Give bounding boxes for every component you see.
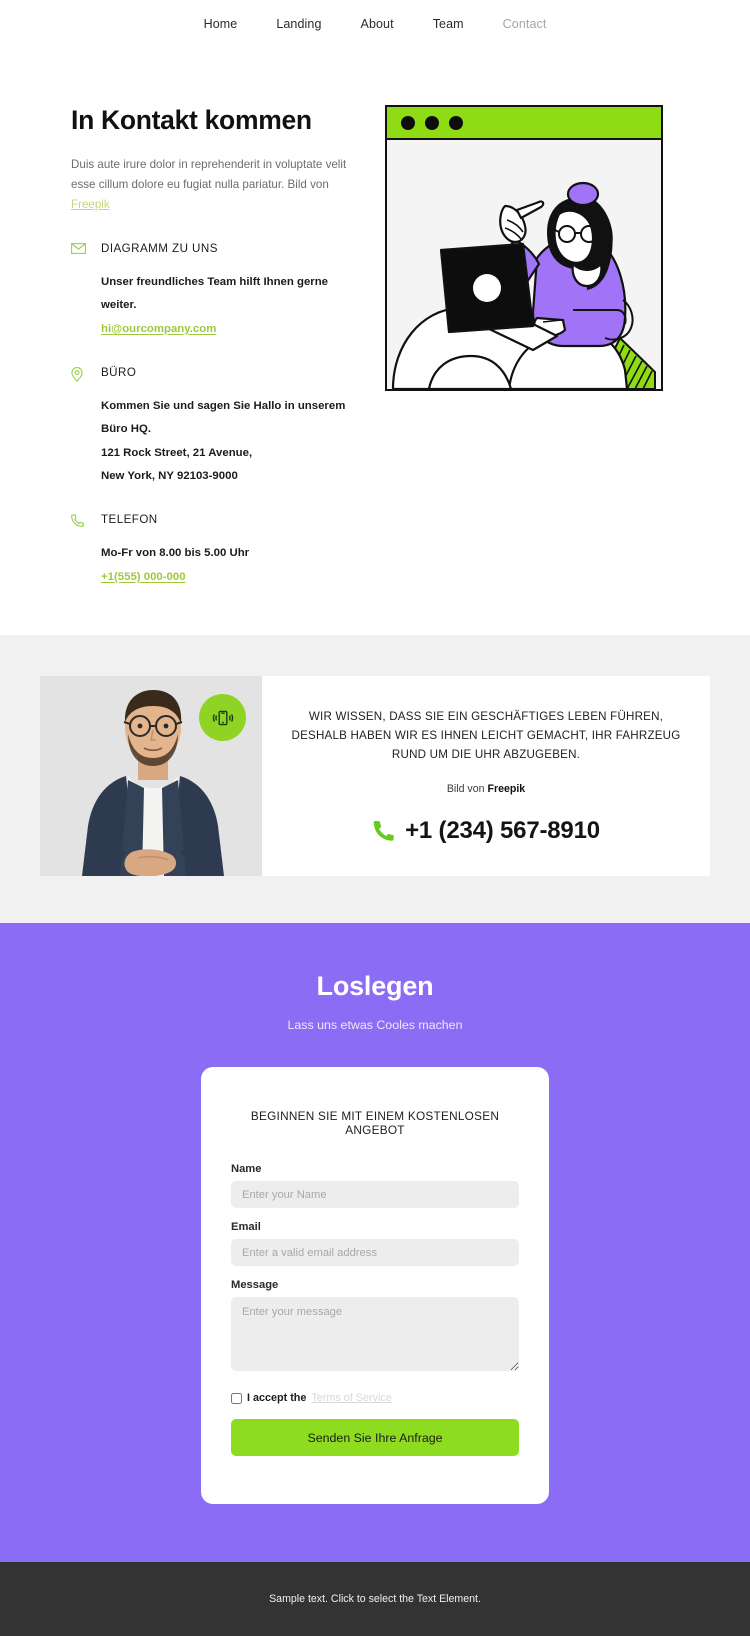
contact-body-office: BÜRO Kommen Sie und sagen Sie Hallo in u… xyxy=(101,366,355,489)
hero-lede: Duis aute irure dolor in reprehenderit i… xyxy=(71,155,351,215)
cta-phone-number-row[interactable]: +1 (234) 567-8910 xyxy=(288,817,684,845)
cta-credit-name: Freepik xyxy=(487,782,526,795)
form-section-subheading: Lass uns etwas Cooles machen xyxy=(287,1018,463,1033)
envelope-icon xyxy=(71,242,101,341)
nav-item-contact[interactable]: Contact xyxy=(503,17,547,31)
terms-row: I accept the Terms of Service xyxy=(231,1392,519,1404)
form-section-heading: Loslegen xyxy=(316,971,434,1002)
hero-left-column: In Kontakt kommen Duis aute irure dolor … xyxy=(0,105,355,589)
hero-right-column xyxy=(355,105,750,589)
cta-headline: WIR WISSEN, DASS SIE EIN GESCHÄFTIGES LE… xyxy=(291,710,681,761)
nav-item-about[interactable]: About xyxy=(361,17,394,31)
nav-item-team[interactable]: Team xyxy=(433,17,464,31)
contact-block-office: BÜRO Kommen Sie und sagen Sie Hallo in u… xyxy=(71,366,355,489)
email-input[interactable] xyxy=(231,1239,519,1267)
freepik-link[interactable]: Freepik xyxy=(71,198,110,211)
contact-text-email-line1: Unser freundliches Team hilft Ihnen gern… xyxy=(101,275,329,288)
contact-label-office: BÜRO xyxy=(101,365,137,379)
cta-credit: Bild von Freepik xyxy=(288,783,684,795)
message-label: Message xyxy=(231,1279,279,1292)
contact-label-phone: TELEFON xyxy=(101,513,158,527)
contact-text-office-line4: New York, NY 92103-9000 xyxy=(101,470,238,483)
contact-text-email-line2: weiter. xyxy=(101,299,137,312)
phone-handset-icon xyxy=(373,820,395,841)
location-pin-icon xyxy=(71,366,101,489)
message-textarea[interactable] xyxy=(231,1297,519,1372)
nav-item-landing[interactable]: Landing xyxy=(276,17,321,31)
cta-phone-number: +1 (234) 567-8910 xyxy=(405,816,600,844)
hero-lede-text: Duis aute irure dolor in reprehenderit i… xyxy=(71,158,347,191)
cta-card: WIR WISSEN, DASS SIE EIN GESCHÄFTIGES LE… xyxy=(40,676,710,877)
phone-icon xyxy=(71,513,101,589)
contact-block-phone: TELEFON Mo-Fr von 8.00 bis 5.00 Uhr +1(5… xyxy=(71,513,355,589)
nav-item-home[interactable]: Home xyxy=(204,17,238,31)
name-input[interactable] xyxy=(231,1181,519,1209)
page-root: Home Landing About Team Contact In Konta… xyxy=(0,0,750,1636)
page-title: In Kontakt kommen xyxy=(71,105,312,135)
browser-dot-2 xyxy=(425,115,439,130)
browser-dot-1 xyxy=(401,115,415,130)
contact-text-office-line2: Büro HQ. xyxy=(101,423,151,436)
submit-button[interactable]: Senden Sie Ihre Anfrage xyxy=(231,1419,519,1457)
browser-mockup-illustration xyxy=(385,105,663,391)
terms-accept-text: I accept the xyxy=(247,1392,307,1405)
hero-section: In Kontakt kommen Duis aute irure dolor … xyxy=(0,47,750,636)
contact-body-phone: TELEFON Mo-Fr von 8.00 bis 5.00 Uhr +1(5… xyxy=(101,513,355,589)
terms-checkbox[interactable] xyxy=(231,1392,242,1404)
browser-title-bar xyxy=(387,107,661,140)
contact-form-card: BEGINNEN SIE MIT EINEM KOSTENLOSEN ANGEB… xyxy=(201,1067,549,1505)
contact-body-email: DIAGRAMM ZU UNS Unser freundliches Team … xyxy=(101,242,355,341)
email-label: Email xyxy=(231,1221,261,1234)
contact-text-office-line3: 121 Rock Street, 21 Avenue, xyxy=(101,446,253,459)
cta-band: WIR WISSEN, DASS SIE EIN GESCHÄFTIGES LE… xyxy=(0,635,750,924)
contact-form-section: Loslegen Lass uns etwas Cooles machen BE… xyxy=(0,923,750,1563)
contact-text-office-line1: Kommen Sie und sagen Sie Hallo in unsere… xyxy=(101,399,346,412)
email-link[interactable]: hi@ourcompany.com xyxy=(101,318,216,341)
name-label: Name xyxy=(231,1163,262,1176)
form-title: BEGINNEN SIE MIT EINEM KOSTENLOSEN ANGEB… xyxy=(250,1109,500,1138)
footer-text[interactable]: Sample text. Click to select the Text El… xyxy=(269,1593,481,1605)
cta-body: WIR WISSEN, DASS SIE EIN GESCHÄFTIGES LE… xyxy=(262,676,710,876)
page-footer: Sample text. Click to select the Text El… xyxy=(0,1562,750,1636)
illustration-person-laptop xyxy=(387,140,661,389)
cta-credit-prefix: Bild von xyxy=(446,782,488,795)
browser-dot-3 xyxy=(449,115,463,130)
terms-of-service-link[interactable]: Terms of Service xyxy=(311,1392,391,1404)
phone-vibrate-badge xyxy=(199,694,246,742)
contact-block-email: DIAGRAMM ZU UNS Unser freundliches Team … xyxy=(71,242,355,341)
contact-text-phone-hours: Mo-Fr von 8.00 bis 5.00 Uhr xyxy=(101,547,250,560)
contact-label-email: DIAGRAMM ZU UNS xyxy=(101,241,218,255)
portrait-photo xyxy=(40,676,262,877)
phone-link[interactable]: +1(555) 000-000 xyxy=(101,566,186,589)
main-navigation: Home Landing About Team Contact xyxy=(0,0,750,47)
